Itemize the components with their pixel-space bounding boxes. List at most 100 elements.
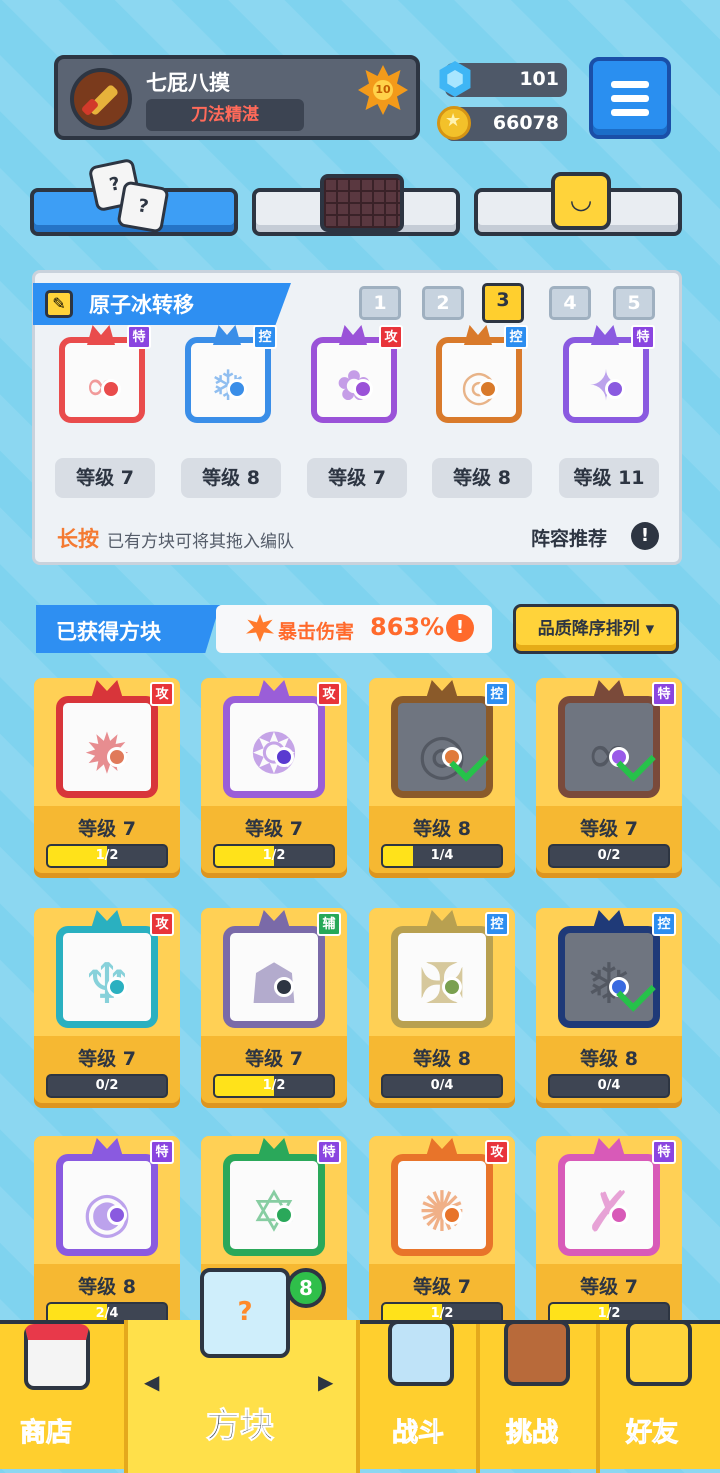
info-icon[interactable]: ! <box>446 614 474 642</box>
deck-card-level: 等级 11 <box>559 458 659 498</box>
upgrade-progress-bar: 0/4 <box>381 1074 503 1098</box>
block-level: 等级 8 <box>78 1276 136 1298</box>
coin-count: 66078 <box>492 112 559 134</box>
block-card[interactable]: ∞特等级 7 0/2 <box>536 678 682 878</box>
shop-icon <box>24 1324 90 1390</box>
hint-text: 已有方块可将其拖入编队 <box>107 532 294 552</box>
block-card[interactable]: ☗辅等级 7 1/2 <box>201 908 347 1108</box>
upgrade-progress-text: 1/2 <box>262 848 286 863</box>
player-profile-panel[interactable]: 七屁八摸 刀法精湛 10 <box>54 55 420 140</box>
deck-card-slot[interactable]: ∞特 <box>51 325 151 435</box>
block-card-art: ✗ <box>558 1154 660 1256</box>
block-card-art: ✿ <box>311 337 397 423</box>
deck-tab-3[interactable]: 3 <box>482 283 524 323</box>
block-card[interactable]: ◉特等级 82/4 <box>34 1136 180 1336</box>
coin-counter[interactable]: 66078 <box>437 106 567 141</box>
block-type-tag: 攻 <box>150 682 174 706</box>
block-card[interactable]: ✠控等级 8 0/4 <box>369 908 515 1108</box>
block-level: 等级 8 <box>413 1048 471 1070</box>
deck-card-slot[interactable]: ✿攻 <box>303 325 403 435</box>
block-card-art: ∞ <box>59 337 145 423</box>
upgrade-progress-bar: 1/2 <box>213 844 335 868</box>
nav-label-shop: 商店 <box>19 1418 73 1449</box>
deck-tab-2[interactable]: 2 <box>422 286 464 320</box>
deck-card-level: 等级 7 <box>55 458 155 498</box>
sword-shield-icon <box>388 1320 454 1386</box>
block-card-art: ✦ <box>563 337 649 423</box>
deck-card-slot[interactable]: ◎控 <box>428 325 528 435</box>
block-type-tag: 控 <box>652 912 676 936</box>
block-card[interactable]: ❄控等级 8 0/4 <box>536 908 682 1108</box>
block-type-tag: 特 <box>631 325 655 349</box>
deck-panel: ✎ 原子冰转移 1 2 3 4 5 ∞特等级 7❄控等级 8✿攻等级 7◎控等级… <box>32 270 682 565</box>
block-card[interactable]: ✺攻等级 71/2 <box>369 1136 515 1336</box>
block-type-tag: 特 <box>317 1140 341 1164</box>
nav-item-battle[interactable]: 战斗 <box>360 1320 476 1469</box>
block-core-icon <box>274 977 294 997</box>
block-level: 等级 7 <box>78 1048 136 1070</box>
info-icon[interactable]: ! <box>631 522 659 550</box>
sort-dropdown[interactable]: 品质降序排列 ▾ <box>513 604 679 654</box>
dragon-crest-icon <box>213 325 241 345</box>
deck-tab-5[interactable]: 5 <box>613 286 655 320</box>
block-type-tag: 控 <box>253 325 277 349</box>
block-level: 等级 7 <box>78 818 136 840</box>
smiley-cube-icon: ◡ <box>551 172 611 230</box>
block-core-icon <box>605 379 625 399</box>
upgrade-progress-bar: 0/4 <box>548 1074 670 1098</box>
nav-item-challenge[interactable]: 挑战 <box>476 1320 596 1469</box>
block-core-icon <box>478 379 498 399</box>
upgrade-progress-text: 0/2 <box>95 1078 119 1093</box>
hint-long-press: 长按 <box>57 527 99 551</box>
block-level: 等级 7 <box>245 1048 303 1070</box>
block-core-icon <box>609 1205 629 1225</box>
upgrade-progress-text: 1/2 <box>95 848 119 863</box>
upgrade-progress-bar: 1/4 <box>381 844 503 868</box>
block-card-art: ❂ <box>223 696 325 798</box>
pencil-edit-icon[interactable]: ✎ <box>45 290 73 318</box>
crit-damage-panel[interactable]: 暴击伤害 863% ! <box>216 605 492 653</box>
rank-badge-icon[interactable]: 10 <box>358 65 408 115</box>
block-card-art: ♆ <box>56 926 158 1028</box>
player-title: 刀法精湛 <box>146 99 304 131</box>
block-core-icon <box>442 1205 462 1225</box>
block-card-art: ◎ <box>391 696 493 798</box>
deck-tab-1[interactable]: 1 <box>359 286 401 320</box>
block-card[interactable]: ◎控等级 8 1/4 <box>369 678 515 878</box>
hamburger-line <box>611 95 649 102</box>
block-core-icon <box>107 747 127 767</box>
deck-tab-4[interactable]: 4 <box>549 286 591 320</box>
new-blocks-badge: 8 <box>286 1268 326 1308</box>
block-type-tag: 控 <box>485 912 509 936</box>
deck-card-level: 等级 8 <box>432 458 532 498</box>
block-type-tag: 辅 <box>317 912 341 936</box>
block-type-tag: 特 <box>150 1140 174 1164</box>
deck-title-banner[interactable]: ✎ 原子冰转移 <box>33 283 291 325</box>
avatar[interactable] <box>70 68 132 130</box>
menu-button[interactable] <box>589 57 671 139</box>
block-card[interactable]: ✗特等级 71/2 <box>536 1136 682 1336</box>
block-card[interactable]: ✹攻等级 7 1/2 <box>34 678 180 878</box>
deck-card-slot[interactable]: ✦特 <box>555 325 655 435</box>
block-card[interactable]: ❂攻等级 7 1/2 <box>201 678 347 878</box>
gem-counter[interactable]: 101 <box>439 61 567 97</box>
block-card-art: ✺ <box>391 1154 493 1256</box>
block-card[interactable]: ♆攻等级 7 0/2 <box>34 908 180 1108</box>
gem-icon <box>439 61 471 97</box>
gem-count: 101 <box>519 68 559 90</box>
hamburger-menu-icon <box>611 81 649 88</box>
nav-item-shop[interactable]: 商店 <box>0 1320 124 1469</box>
upgrade-progress-text: 1/4 <box>430 848 454 863</box>
nav-prev-arrow-icon[interactable]: ◀ <box>144 1370 159 1394</box>
block-card-art: ◉ <box>56 1154 158 1256</box>
nav-next-arrow-icon[interactable]: ▶ <box>318 1370 333 1394</box>
deck-card-level: 等级 8 <box>181 458 281 498</box>
nav-item-friends[interactable]: 好友 <box>596 1320 720 1469</box>
friend-cube-icon <box>626 1320 692 1386</box>
player-name: 七屁八摸 <box>146 71 230 95</box>
deck-card-slot[interactable]: ❄控 <box>177 325 277 435</box>
lineup-recommend-button[interactable]: 阵容推荐 <box>531 524 607 551</box>
block-card-art: ❄ <box>558 926 660 1028</box>
block-core-icon <box>274 1205 294 1225</box>
block-type-tag: 攻 <box>150 912 174 936</box>
